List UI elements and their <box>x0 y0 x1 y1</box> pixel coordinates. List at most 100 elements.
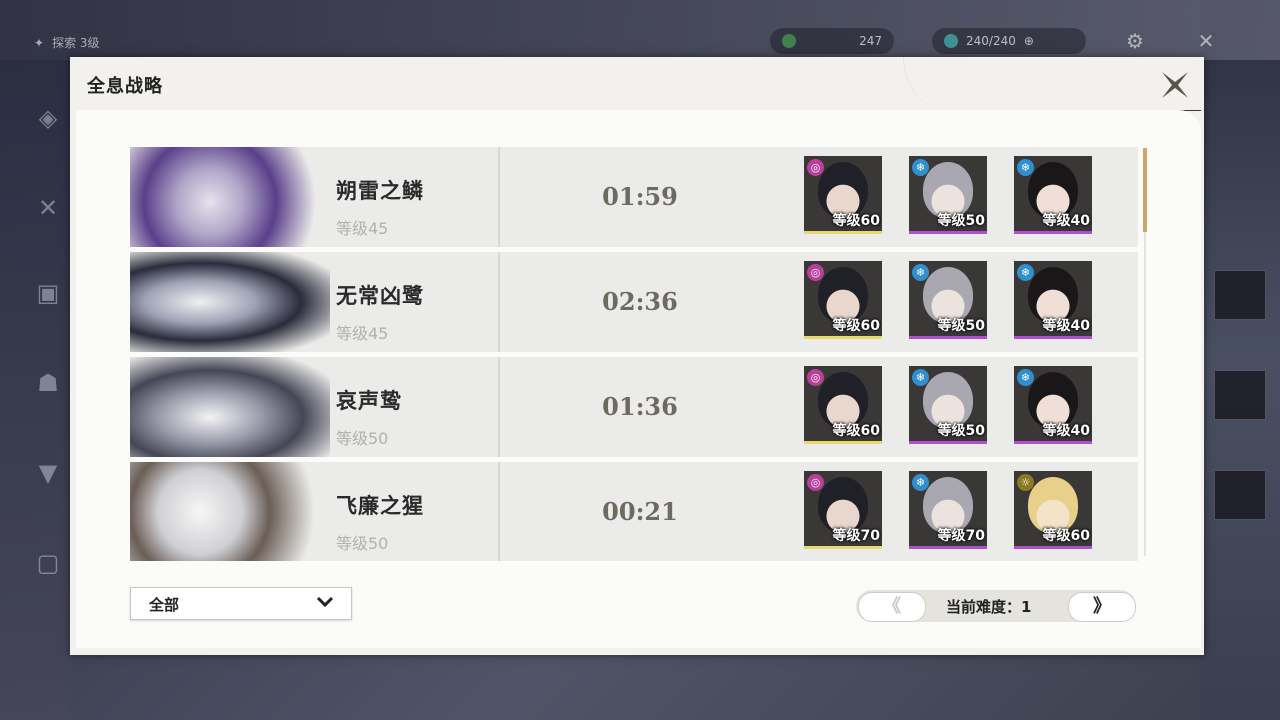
row-divider <box>498 357 500 457</box>
boss-level: 等级45 <box>336 219 389 238</box>
character-level: 等级60 <box>1042 528 1090 544</box>
team-character-card[interactable]: ☼ 等级60 <box>1014 471 1092 549</box>
spectro-icon: ◎ <box>807 159 824 176</box>
rarity-bar <box>804 231 882 234</box>
character-level: 等级40 <box>1042 318 1090 334</box>
team-character-card[interactable]: ❄ 等级40 <box>1014 156 1092 234</box>
dialog-decoration <box>903 57 1164 117</box>
spectro-icon: ◎ <box>807 474 824 491</box>
compass-icon: ✦ <box>34 35 45 50</box>
side-icon-1: ◈ <box>38 104 58 132</box>
background-slot-3 <box>1214 470 1266 520</box>
team-character-card[interactable]: ◎ 等级60 <box>804 366 882 444</box>
team-character-card[interactable]: ❄ 等级40 <box>1014 261 1092 339</box>
side-icon-2: ✕ <box>37 194 59 222</box>
holographic-strategy-dialog: 全息战略 朔雷之鳞 等级45 01:59 ◎ 等级60 ❄ 等级50 ❄ 等级40 … <box>70 57 1204 655</box>
prev-difficulty-button[interactable]: 《 <box>858 592 926 622</box>
record-row[interactable]: 飞廉之猩等级50 00:21 ◎ 等级70 ❄ 等级70 ☼ 等级60 <box>130 462 1138 561</box>
dialog-title: 全息战略 <box>87 76 163 97</box>
rarity-bar <box>804 336 882 339</box>
boss-level: 等级50 <box>336 534 389 553</box>
background-right-panel <box>1200 0 1280 720</box>
team-character-card[interactable]: ❄ 等级50 <box>909 261 987 339</box>
rarity-bar <box>1014 441 1092 444</box>
team-character-card[interactable]: ◎ 等级60 <box>804 156 882 234</box>
team-character-card[interactable]: ❄ 等级50 <box>909 366 987 444</box>
close-icon <box>1162 72 1188 98</box>
row-divider <box>498 252 500 352</box>
rarity-bar <box>1014 231 1092 234</box>
current-difficulty-label: 当前难度：1 <box>946 598 1032 616</box>
hud-top-left: ✦ 探索 3级 <box>34 34 100 51</box>
background-top-bar <box>0 0 1280 60</box>
rarity-bar <box>909 231 987 234</box>
record-list[interactable]: 朔雷之鳞 等级45 01:59 ◎ 等级60 ❄ 等级50 ❄ 等级40 无常凶鹭等… <box>130 147 1138 561</box>
boss-level: 等级45 <box>336 324 389 343</box>
boss-name: 无常凶鹭 <box>336 284 424 308</box>
rarity-bar <box>909 336 987 339</box>
background-slot-2 <box>1214 370 1266 420</box>
rarity-bar <box>804 441 882 444</box>
rarity-bar <box>909 441 987 444</box>
character-level: 等级70 <box>832 528 880 544</box>
background-slot-1 <box>1214 270 1266 320</box>
next-difficulty-button[interactable]: 》 <box>1068 592 1136 622</box>
clear-time: 02:36 <box>602 287 678 316</box>
record-row[interactable]: 朔雷之鳞等级45 01:59 ◎ 等级60 ❄ 等级50 ❄ 等级40 <box>130 147 1138 247</box>
character-level: 等级50 <box>937 213 985 229</box>
currency-1-value: 247 <box>859 34 882 48</box>
row-divider <box>498 462 500 561</box>
rarity-bar <box>804 546 882 549</box>
side-icon-6: ▢ <box>36 549 60 577</box>
currency-2-value: 240/240 <box>966 34 1016 48</box>
boss-name: 朔雷之鳞 <box>336 179 424 203</box>
boss-portrait <box>130 357 330 457</box>
filter-dropdown[interactable]: 全部 <box>130 587 352 620</box>
close-button[interactable] <box>1158 68 1192 102</box>
team-character-card[interactable]: ◎ 等级60 <box>804 261 882 339</box>
rarity-bar <box>909 546 987 549</box>
rarity-bar <box>1014 546 1092 549</box>
glacio-icon: ❄ <box>1017 159 1034 176</box>
character-level: 等级40 <box>1042 423 1090 439</box>
row-divider <box>498 147 500 247</box>
team-character-card[interactable]: ❄ 等级70 <box>909 471 987 549</box>
character-level: 等级60 <box>832 213 880 229</box>
scrollbar-thumb[interactable] <box>1143 148 1147 232</box>
spectro-icon: ◎ <box>807 369 824 386</box>
team-character-card[interactable]: ◎ 等级70 <box>804 471 882 549</box>
energy-icon <box>944 34 958 48</box>
boss-portrait <box>130 462 330 561</box>
team-character-card[interactable]: ❄ 等级40 <box>1014 366 1092 444</box>
glacio-icon: ❄ <box>912 159 929 176</box>
character-level: 等级40 <box>1042 213 1090 229</box>
record-row[interactable]: 哀声鸷 等级50 01:36 ◎ 等级60 ❄ 等级50 ❄ 等级40 <box>130 357 1138 457</box>
character-level: 等级60 <box>832 423 880 439</box>
difficulty-pager: 《 当前难度：1 》 <box>856 590 1136 622</box>
boss-portrait <box>130 147 330 247</box>
team-character-card[interactable]: ❄ 等级50 <box>909 156 987 234</box>
side-icon-3: ▣ <box>36 279 60 307</box>
side-icon-4: ☗ <box>37 369 59 397</box>
exit-icon: ✕ <box>1197 29 1215 53</box>
clear-time: 01:59 <box>602 182 678 211</box>
clear-time: 00:21 <box>602 497 678 526</box>
character-level: 等级60 <box>832 318 880 334</box>
glacio-icon: ❄ <box>912 264 929 281</box>
currency-pill-2: 240/240 ⊕ <box>932 28 1086 54</box>
glacio-icon: ❄ <box>912 369 929 386</box>
coin-icon <box>782 34 796 48</box>
hud-top-left-label: 探索 3级 <box>52 36 100 50</box>
spectro-icon: ◎ <box>807 264 824 281</box>
boss-level: 等级50 <box>336 429 389 448</box>
side-icon-5: ▼ <box>38 459 58 487</box>
glacio-icon: ❄ <box>912 474 929 491</box>
add-icon: ⊕ <box>1023 34 1034 48</box>
boss-name: 飞廉之猩 <box>336 494 424 518</box>
chevron-down-icon <box>315 591 335 618</box>
character-level: 等级70 <box>937 528 985 544</box>
record-row[interactable]: 无常凶鹭等级45 02:36 ◎ 等级60 ❄ 等级50 ❄ 等级40 <box>130 252 1138 352</box>
boss-portrait <box>130 252 330 352</box>
character-level: 等级50 <box>937 423 985 439</box>
boss-name: 哀声鸷 <box>336 389 402 413</box>
